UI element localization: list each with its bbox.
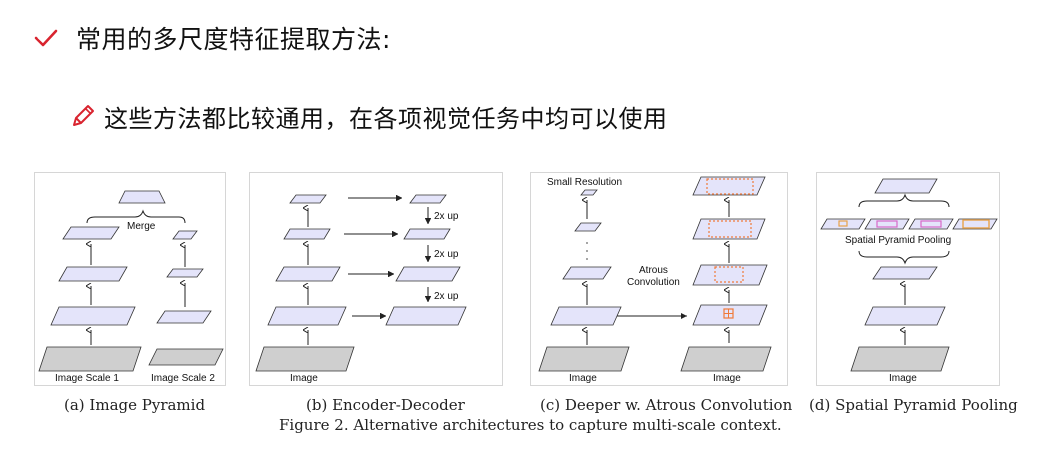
image-label: Image [290, 373, 318, 384]
feature-map [692, 176, 766, 196]
input-image [255, 346, 355, 372]
decoder-feature-map [385, 306, 467, 326]
encoder-feature-map [267, 306, 347, 326]
merge-brace [858, 193, 950, 208]
decoder-feature-map [395, 266, 461, 282]
feature-map [172, 230, 198, 240]
feature-map [50, 306, 136, 326]
image-label: Image [889, 373, 917, 384]
merged-feature-map [118, 190, 166, 204]
input-image [680, 346, 772, 372]
decoder-feature-map [409, 194, 447, 204]
image-scale-1-label: Image Scale 1 [55, 373, 119, 384]
convolution-label: Convolution [627, 277, 680, 288]
figure-caption: Figure 2. Alternative architectures to c… [279, 416, 782, 434]
feature-map [58, 266, 128, 282]
feature-map [156, 310, 212, 324]
feature-map [166, 268, 204, 278]
atrous-label: Atrous [639, 265, 668, 276]
upsample-label: 2x up [434, 211, 459, 222]
feature-map [62, 226, 120, 240]
encoder-feature-map [289, 194, 327, 204]
heading-text: 常用的多尺度特征提取方法: [76, 25, 391, 54]
caption-image-pyramid: (a) Image Pyramid [64, 396, 206, 414]
feature-map [872, 266, 938, 280]
feature-map [550, 306, 622, 326]
feature-map [692, 218, 766, 240]
upsample-label: 2x up [434, 291, 459, 302]
subpoint-line: 这些方法都比较通用，在各项视觉任务中均可以使用 [70, 96, 668, 136]
image-scale-1 [38, 346, 142, 372]
decoder-feature-map [403, 228, 451, 240]
caption-encoder-decoder: (b) Encoder-Decoder [306, 396, 465, 414]
caption-spatial-pyramid-pooling: (d) Spatial Pyramid Pooling [809, 396, 1018, 414]
upsample-label: 2x up [434, 249, 459, 260]
encoder-feature-map [283, 228, 331, 240]
heading-line: 常用的多尺度特征提取方法: [34, 18, 391, 58]
input-image [538, 346, 630, 372]
subpoint-text: 这些方法都比较通用，在各项视觉任务中均可以使用 [104, 104, 668, 133]
spp-label: Spatial Pyramid Pooling [845, 235, 951, 246]
merge-label: Merge [127, 221, 156, 232]
panel-atrous-convolution: Small Resolution Atrous Convolution Imag… [530, 172, 788, 386]
panel-image-pyramid: Merge Image Scale 1 Image Scale 2 [34, 172, 226, 386]
pencil-icon [70, 103, 96, 129]
image-scale-2-label: Image Scale 2 [151, 373, 215, 384]
image-label-right: Image [713, 373, 741, 384]
feature-map [580, 189, 598, 196]
fused-feature-map [874, 178, 938, 194]
caption-atrous-convolution: (c) Deeper w. Atrous Convolution [540, 396, 793, 414]
feature-map [692, 304, 768, 326]
checkmark-icon [34, 26, 58, 50]
panel-encoder-decoder: 2x up 2x up 2x up Image [249, 172, 503, 386]
image-label-left: Image [569, 373, 597, 384]
feature-map [864, 306, 946, 326]
encoder-feature-map [275, 266, 341, 282]
small-resolution-label: Small Resolution [547, 177, 622, 188]
feature-map [574, 222, 602, 232]
panel-spatial-pyramid-pooling: Spatial Pyramid Pooling Image [816, 172, 1000, 386]
feature-map [562, 266, 612, 280]
image-scale-2 [148, 348, 224, 366]
pooling-brace [858, 250, 950, 265]
input-image [850, 346, 950, 372]
